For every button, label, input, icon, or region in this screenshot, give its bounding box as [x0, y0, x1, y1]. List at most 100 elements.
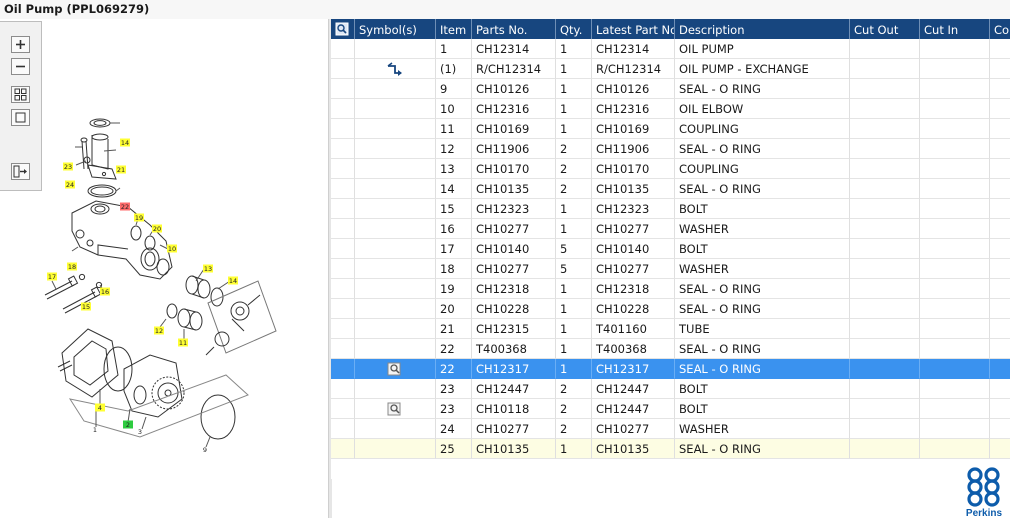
table-row[interactable]: 17 CH10140 5 CH10140 BOLT — [331, 239, 1010, 259]
empty-cell — [850, 39, 920, 59]
fit-all-button[interactable] — [11, 86, 30, 103]
row-indicator-cell — [331, 219, 355, 239]
table-row[interactable]: 22 CH12317 1 CH12317 SEAL - O RING — [331, 359, 1010, 379]
row-indicator-cell — [331, 419, 355, 439]
table-row[interactable]: 22 T400368 1 T400368 SEAL - O RING — [331, 339, 1010, 359]
desc-cell: WASHER — [675, 259, 850, 279]
callout-14[interactable]: 14 — [228, 276, 238, 286]
empty-cell — [920, 79, 990, 99]
empty-cell — [920, 199, 990, 219]
symbol-cell — [355, 139, 436, 159]
callout-label: 19 — [135, 214, 143, 222]
row-indicator-cell — [331, 139, 355, 159]
table-row[interactable]: 16 CH10277 1 CH10277 WASHER — [331, 219, 1010, 239]
table-row[interactable]: 14 CH10135 2 CH10135 SEAL - O RING — [331, 179, 1010, 199]
table-row[interactable]: 10 CH12316 1 CH12316 OIL ELBOW — [331, 99, 1010, 119]
table-row[interactable]: 11 CH10169 1 CH10169 COUPLING — [331, 119, 1010, 139]
callout-label: 9 — [203, 446, 207, 454]
callout-14[interactable]: 14 — [120, 138, 130, 148]
callout-16[interactable]: 16 — [100, 287, 110, 297]
column-header[interactable]: Item — [436, 19, 472, 39]
diagram-pane[interactable]: 14 23 21 24 22 19 20 10 18 17 16 15 13 14 12 11 4 1 2 3 9 — [0, 19, 328, 518]
symbol-cell — [355, 259, 436, 279]
qty-cell: 1 — [556, 99, 592, 119]
zoom-in-button[interactable] — [11, 36, 30, 53]
callout-22[interactable]: 22 — [120, 202, 130, 212]
search-list-icon — [335, 22, 349, 36]
table-row[interactable]: 18 CH10277 5 CH10277 WASHER — [331, 259, 1010, 279]
callout-19[interactable]: 19 — [134, 213, 144, 223]
column-header[interactable]: Co — [990, 19, 1010, 39]
desc-cell: SEAL - O RING — [675, 79, 850, 99]
empty-cell — [990, 59, 1010, 79]
latest-cell: R/CH12314 — [592, 59, 675, 79]
table-row[interactable]: (1) R/CH12314 1 R/CH12314 OIL PUMP - EXCHANG… — [331, 59, 1010, 79]
exploded-view-diagram[interactable]: 1423 212422192010181716151314121141239 — [0, 19, 328, 518]
empty-cell — [990, 219, 1010, 239]
fit-window-button[interactable] — [11, 109, 30, 126]
latest-cell: CH10277 — [592, 219, 675, 239]
table-row[interactable]: 9 CH10126 1 CH10126 SEAL - O RING — [331, 79, 1010, 99]
callout-13[interactable]: 13 — [203, 264, 213, 274]
export-button[interactable] — [11, 163, 30, 180]
callout-20[interactable]: 20 — [152, 224, 162, 234]
callout-3[interactable]: 3 — [138, 428, 142, 436]
table-row[interactable]: 23 CH12447 2 CH12447 BOLT — [331, 379, 1010, 399]
latest-cell: T401160 — [592, 319, 675, 339]
zoom-out-button[interactable] — [11, 58, 30, 75]
column-header[interactable]: Symbol(s) — [355, 19, 436, 39]
empty-cell — [990, 319, 1010, 339]
empty-cell — [850, 199, 920, 219]
latest-cell: CH10140 — [592, 239, 675, 259]
latest-cell: CH12318 — [592, 279, 675, 299]
column-header[interactable]: Description — [675, 19, 850, 39]
callout-1[interactable]: 1 — [93, 426, 97, 434]
callout-24[interactable]: 24 — [65, 180, 75, 190]
callout-label: 16 — [101, 288, 109, 296]
table-row[interactable]: 24 CH10277 2 CH10277 WASHER — [331, 419, 1010, 439]
empty-cell — [920, 219, 990, 239]
table-row[interactable]: 25 CH10135 1 CH10135 SEAL - O RING — [331, 439, 1010, 459]
callout-label: 22 — [121, 203, 129, 211]
row-indicator-cell — [331, 59, 355, 79]
empty-cell — [920, 419, 990, 439]
callout-21[interactable]: 21 — [116, 165, 126, 175]
empty-cell — [990, 199, 1010, 219]
table-row[interactable]: 1 CH12314 1 CH12314 OIL PUMP — [331, 39, 1010, 59]
row-indicator-cell — [331, 259, 355, 279]
row-indicator-cell — [331, 119, 355, 139]
empty-cell — [850, 259, 920, 279]
column-header[interactable]: Latest Part No. — [592, 19, 675, 39]
brand-name: Perkins — [966, 508, 1003, 518]
symbol-cell — [355, 39, 436, 59]
part-cell: CH11906 — [472, 139, 556, 159]
table-row[interactable]: 13 CH10170 2 CH10170 COUPLING — [331, 159, 1010, 179]
desc-cell: SEAL - O RING — [675, 359, 850, 379]
callout-11[interactable]: 11 — [178, 338, 188, 348]
desc-cell: SEAL - O RING — [675, 139, 850, 159]
callout-23[interactable]: 23 — [63, 162, 73, 172]
table-row[interactable]: 15 CH12323 1 CH12323 BOLT — [331, 199, 1010, 219]
column-chooser-button[interactable] — [331, 19, 355, 39]
table-row[interactable]: 23 CH10118 2 CH12447 BOLT — [331, 399, 1010, 419]
table-row[interactable]: 12 CH11906 2 CH11906 SEAL - O RING — [331, 139, 1010, 159]
table-row[interactable]: 21 CH12315 1 T401160 TUBE — [331, 319, 1010, 339]
callout-17[interactable]: 17 — [47, 272, 57, 282]
empty-cell — [990, 99, 1010, 119]
callout-4[interactable]: 4 — [95, 403, 105, 413]
parts-table: Symbol(s) Item Parts No. Qty. Latest Part No… — [331, 19, 1010, 479]
column-header[interactable]: Cut Out — [850, 19, 920, 39]
callout-10[interactable]: 10 — [167, 244, 177, 254]
callout-18[interactable]: 18 — [67, 262, 77, 272]
callout-9[interactable]: 9 — [203, 446, 207, 454]
column-header[interactable]: Qty. — [556, 19, 592, 39]
column-header[interactable]: Cut In — [920, 19, 990, 39]
callout-15[interactable]: 15 — [81, 302, 91, 312]
part-cell: CH10118 — [472, 399, 556, 419]
latest-cell: CH12447 — [592, 399, 675, 419]
table-row[interactable]: 19 CH12318 1 CH12318 SEAL - O RING — [331, 279, 1010, 299]
column-header[interactable]: Parts No. — [472, 19, 556, 39]
table-row[interactable]: 20 CH10228 1 CH10228 SEAL - O RING — [331, 299, 1010, 319]
callout-2[interactable]: 2 — [123, 420, 133, 430]
callout-12[interactable]: 12 — [154, 326, 164, 336]
